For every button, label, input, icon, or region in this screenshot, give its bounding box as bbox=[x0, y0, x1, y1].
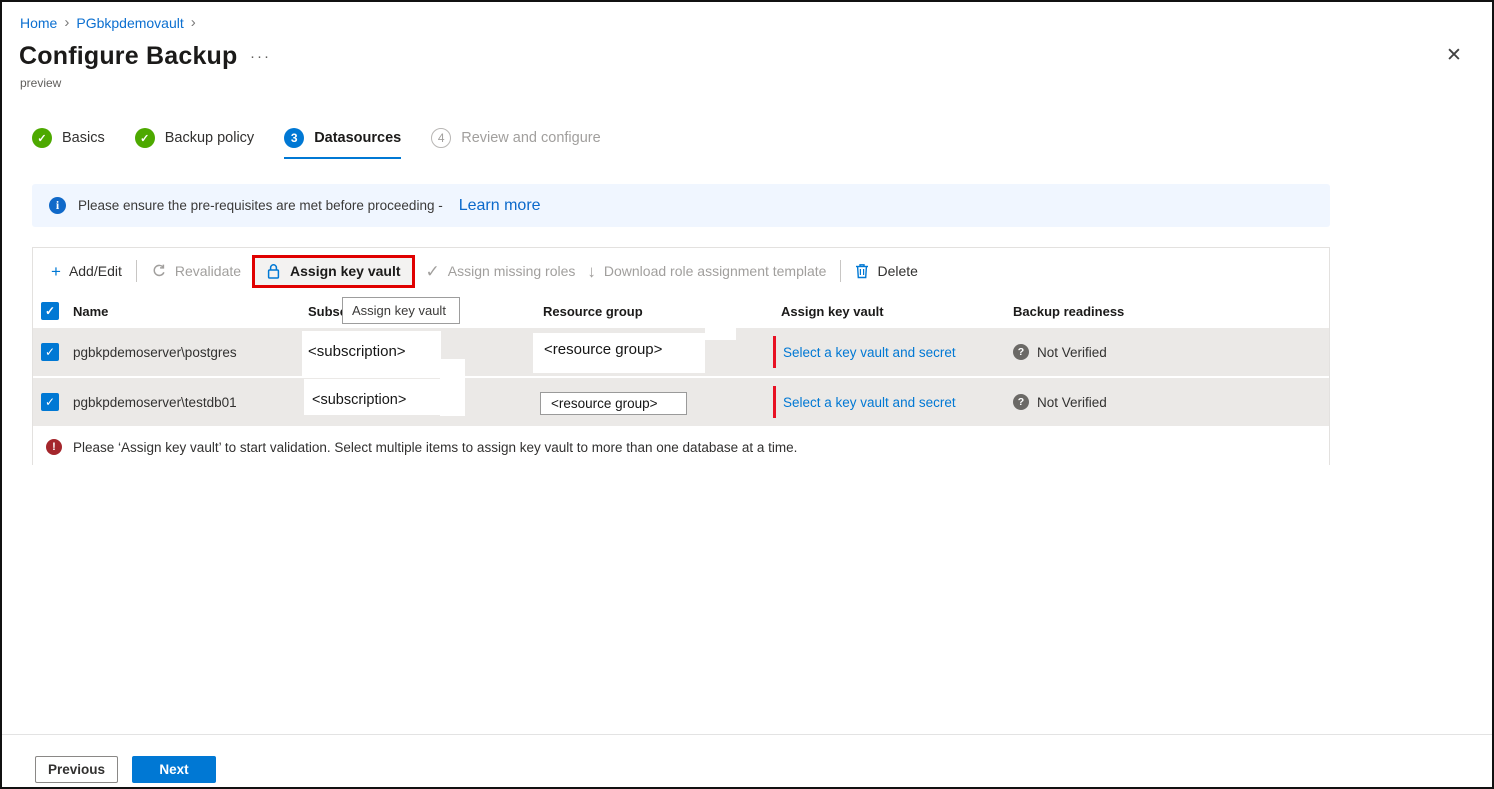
step-review-and-configure[interactable]: 4 Review and configure bbox=[431, 128, 600, 159]
row-backup-readiness-cell: ? Not Verified bbox=[1013, 344, 1329, 360]
assign-missing-roles-button[interactable]: ✓ Assign missing roles bbox=[420, 263, 582, 280]
next-button[interactable]: Next bbox=[132, 756, 216, 783]
validation-notice-text: Please ‘Assign key vault’ to start valid… bbox=[73, 440, 797, 455]
trash-icon bbox=[855, 263, 869, 279]
step-label: Basics bbox=[62, 130, 105, 146]
lock-icon bbox=[266, 263, 281, 280]
breadcrumb-home[interactable]: Home bbox=[20, 15, 57, 31]
resource-group-redaction: <resource group> bbox=[533, 333, 705, 373]
toolbar-divider bbox=[840, 260, 841, 282]
row-checkbox[interactable]: ✓ bbox=[41, 393, 59, 411]
error-circle-icon: ! bbox=[46, 439, 62, 455]
redaction-patch bbox=[705, 327, 736, 340]
assign-key-vault-button[interactable]: Assign key vault bbox=[252, 255, 415, 288]
column-header-resource-group[interactable]: Resource group bbox=[543, 304, 773, 319]
select-all-checkbox[interactable]: ✓ bbox=[41, 302, 59, 320]
preview-label: preview bbox=[20, 76, 61, 90]
step-datasources[interactable]: 3 Datasources bbox=[284, 128, 401, 159]
breadcrumb-vault[interactable]: PGbkpdemovault bbox=[76, 15, 183, 31]
datasources-toolbar: + Add/Edit Revalidate Assign key vault ✓… bbox=[33, 248, 1329, 294]
plus-icon: + bbox=[51, 263, 61, 280]
error-bar bbox=[773, 386, 776, 418]
validation-notice: ! Please ‘Assign key vault’ to start val… bbox=[33, 428, 1329, 466]
refresh-icon bbox=[151, 263, 167, 279]
step-number-icon: 3 bbox=[284, 128, 304, 148]
row-name: pgbkpdemoserver\testdb01 bbox=[73, 395, 308, 410]
readiness-status: Not Verified bbox=[1037, 395, 1107, 410]
footer-divider bbox=[2, 734, 1494, 735]
question-icon: ? bbox=[1013, 344, 1029, 360]
add-edit-button[interactable]: + Add/Edit bbox=[45, 263, 128, 280]
revalidate-button[interactable]: Revalidate bbox=[145, 263, 247, 279]
add-edit-label: Add/Edit bbox=[69, 263, 122, 279]
download-role-template-button[interactable]: ↓ Download role assignment template bbox=[581, 263, 832, 280]
readiness-status: Not Verified bbox=[1037, 345, 1107, 360]
select-key-vault-link[interactable]: Select a key vault and secret bbox=[783, 395, 956, 410]
download-role-template-label: Download role assignment template bbox=[604, 263, 827, 279]
chevron-right-icon: › bbox=[64, 14, 69, 31]
configure-backup-page: Home › PGbkpdemovault › Configure Backup… bbox=[0, 0, 1494, 789]
step-backup-policy[interactable]: ✓ Backup policy bbox=[135, 128, 254, 159]
page-title: Configure Backup bbox=[19, 42, 238, 71]
step-label: Backup policy bbox=[165, 130, 254, 146]
row-checkbox[interactable]: ✓ bbox=[41, 343, 59, 361]
question-icon: ? bbox=[1013, 394, 1029, 410]
breadcrumb: Home › PGbkpdemovault › bbox=[20, 14, 196, 31]
select-key-vault-link[interactable]: Select a key vault and secret bbox=[783, 345, 956, 360]
more-menu-icon[interactable]: ··· bbox=[250, 48, 271, 65]
step-complete-icon: ✓ bbox=[32, 128, 52, 148]
column-header-name[interactable]: Name bbox=[73, 304, 308, 319]
step-number-icon: 4 bbox=[431, 128, 451, 148]
banner-text: Please ensure the pre-requisites are met… bbox=[78, 198, 443, 213]
wizard-steps: ✓ Basics ✓ Backup policy 3 Datasources 4… bbox=[32, 128, 601, 159]
info-icon: i bbox=[49, 197, 66, 214]
revalidate-label: Revalidate bbox=[175, 263, 241, 279]
toolbar-divider bbox=[136, 260, 137, 282]
assign-key-vault-label: Assign key vault bbox=[290, 263, 401, 279]
assign-missing-roles-label: Assign missing roles bbox=[448, 263, 576, 279]
previous-button[interactable]: Previous bbox=[35, 756, 118, 783]
check-icon: ✓ bbox=[426, 263, 440, 280]
close-icon[interactable]: ✕ bbox=[1446, 46, 1462, 65]
row-assign-key-vault-cell: Select a key vault and secret bbox=[773, 378, 1013, 426]
redaction-patch bbox=[440, 359, 465, 416]
row-backup-readiness-cell: ? Not Verified bbox=[1013, 394, 1329, 410]
subscription-redaction: <subscription> bbox=[304, 379, 440, 415]
column-header-backup-readiness[interactable]: Backup readiness bbox=[1013, 304, 1329, 319]
step-basics[interactable]: ✓ Basics bbox=[32, 128, 105, 159]
step-complete-icon: ✓ bbox=[135, 128, 155, 148]
chevron-right-icon: › bbox=[191, 14, 196, 31]
step-label: Datasources bbox=[314, 130, 401, 146]
table-header-row: ✓ Name Subscription Resource group Assig… bbox=[33, 294, 1329, 328]
error-bar bbox=[773, 336, 776, 368]
subscription-redaction: <subscription> bbox=[302, 331, 441, 377]
delete-label: Delete bbox=[877, 263, 917, 279]
info-banner: i Please ensure the pre-requisites are m… bbox=[32, 184, 1330, 227]
column-header-assign-key-vault[interactable]: Assign key vault bbox=[773, 304, 1013, 319]
assign-key-vault-tooltip: Assign key vault bbox=[342, 297, 460, 324]
download-arrow-icon: ↓ bbox=[587, 263, 596, 280]
row-name: pgbkpdemoserver\postgres bbox=[73, 345, 308, 360]
resource-group-redaction: <resource group> bbox=[540, 392, 687, 415]
row-assign-key-vault-cell: Select a key vault and secret bbox=[773, 328, 1013, 376]
delete-button[interactable]: Delete bbox=[849, 263, 923, 279]
learn-more-link[interactable]: Learn more bbox=[459, 197, 541, 215]
step-label: Review and configure bbox=[461, 130, 600, 146]
